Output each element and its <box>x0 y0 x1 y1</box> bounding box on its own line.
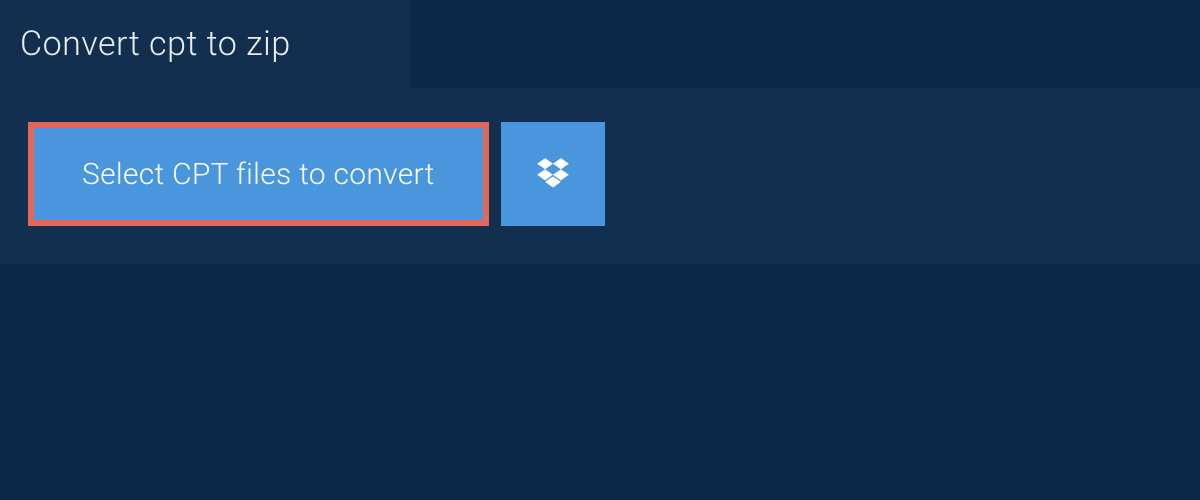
tab-header: Convert cpt to zip <box>0 0 410 88</box>
highlight-box: Select CPT files to convert <box>28 122 489 226</box>
upload-panel: Select CPT files to convert <box>0 88 1200 264</box>
page-title: Convert cpt to zip <box>20 24 291 64</box>
dropbox-button[interactable] <box>501 122 605 226</box>
select-files-button[interactable]: Select CPT files to convert <box>34 128 483 220</box>
dropbox-icon <box>534 155 572 193</box>
button-row: Select CPT files to convert <box>28 122 1176 226</box>
